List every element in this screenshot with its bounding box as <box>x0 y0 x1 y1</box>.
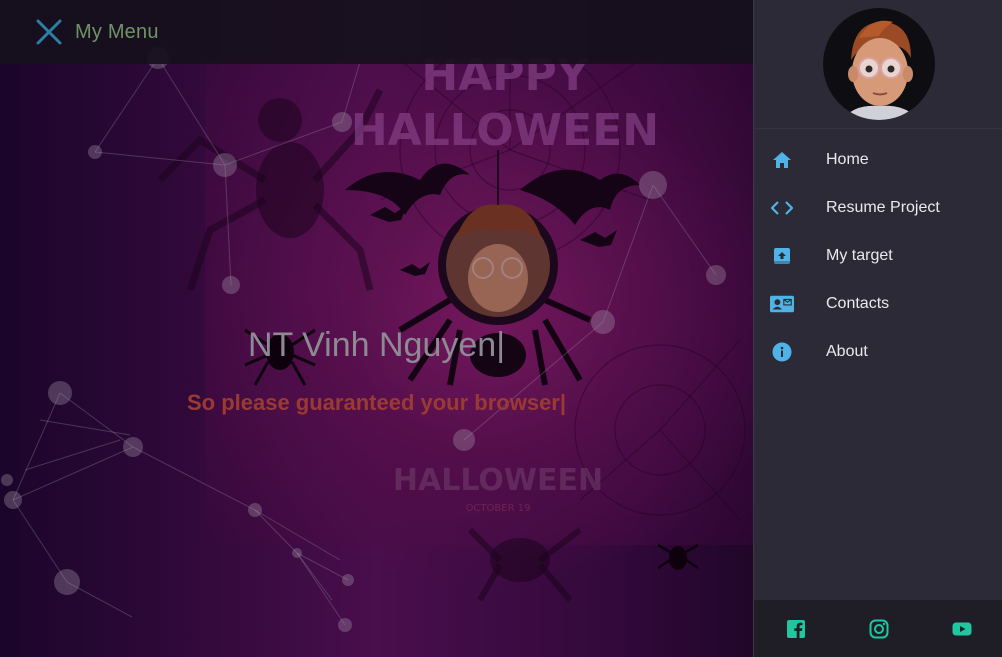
sidebar-item-contacts[interactable]: Contacts <box>754 280 1002 328</box>
facebook-icon[interactable] <box>786 619 806 639</box>
home-icon <box>770 148 794 172</box>
close-icon[interactable] <box>35 18 63 46</box>
code-icon <box>770 196 794 220</box>
youtube-icon[interactable] <box>952 619 972 639</box>
sidebar-item-about[interactable]: About <box>754 328 1002 376</box>
social-bar <box>754 600 1002 657</box>
hero-name: NT Vinh Nguyen| <box>247 326 506 364</box>
profile-area <box>754 0 1002 129</box>
avatar <box>823 8 935 120</box>
hero-background: HAPPY HALLOWEEN HALLOWEEN OCTOBER 19 NT … <box>0 0 753 657</box>
inbox-icon <box>770 244 794 268</box>
top-bar: My Menu <box>0 0 753 64</box>
sidebar-item-my-target[interactable]: My target <box>754 232 1002 280</box>
sidebar-item-label: Contacts <box>826 295 890 312</box>
hero-subtitle: So please guaranteed your browser| <box>186 390 567 415</box>
info-icon <box>770 340 794 364</box>
avatar-illustration-icon <box>843 20 917 120</box>
sidebar-item-label: Home <box>826 151 869 168</box>
contact-card-icon <box>770 292 794 316</box>
side-panel: Home Resume Project My target Contacts A… <box>753 0 1002 657</box>
menu-title[interactable]: My Menu <box>75 21 159 44</box>
sidebar-item-home[interactable]: Home <box>754 136 1002 184</box>
sidebar-item-label: My target <box>826 247 893 264</box>
sidebar-item-label: Resume Project <box>826 199 940 216</box>
instagram-icon[interactable] <box>869 619 889 639</box>
sidebar-item-resume-project[interactable]: Resume Project <box>754 184 1002 232</box>
sidebar-nav: Home Resume Project My target Contacts A… <box>754 129 1002 376</box>
sidebar-item-label: About <box>826 343 868 360</box>
